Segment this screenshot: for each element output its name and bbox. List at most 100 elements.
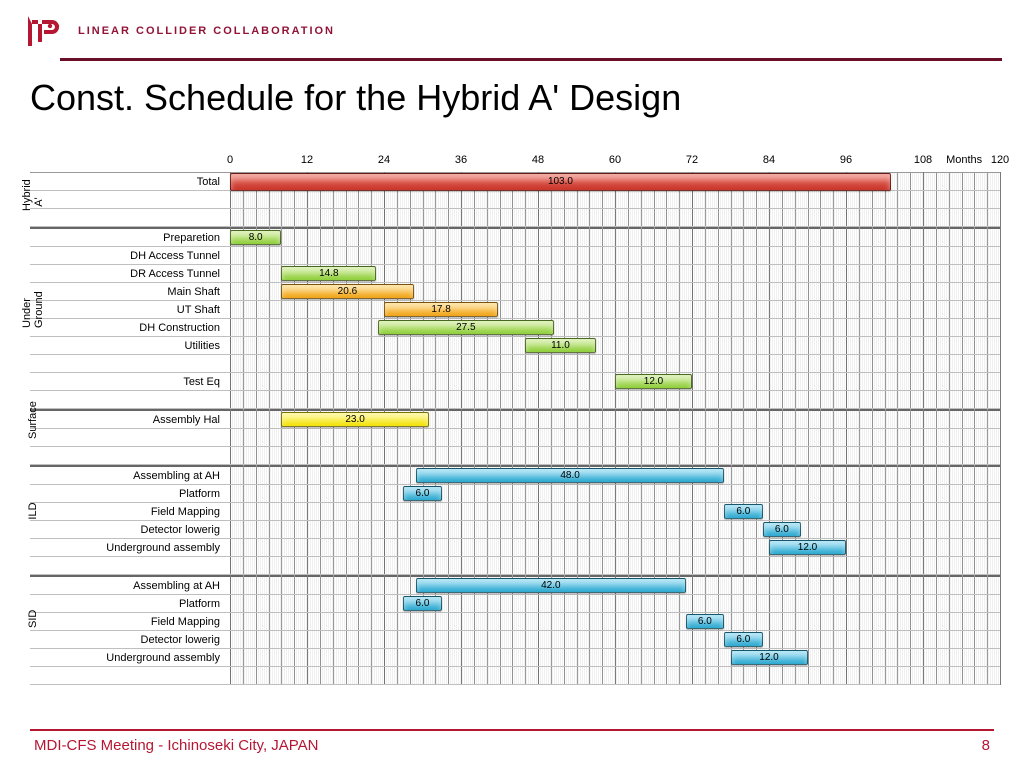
axis-tick: 36 — [455, 154, 467, 166]
task-track: 12.0 — [230, 649, 1000, 666]
task-row: Platform6.0 — [30, 485, 1000, 503]
task-label — [30, 557, 230, 574]
task-row: Detector lowerig6.0 — [30, 521, 1000, 539]
task-row: Preparetion8.0 — [30, 229, 1000, 247]
task-track: 6.0 — [230, 631, 1000, 648]
task-track: 14.8 — [230, 265, 1000, 282]
gantt-bar: 14.8 — [281, 266, 376, 281]
task-track — [230, 447, 1000, 464]
task-track: 6.0 — [230, 503, 1000, 520]
task-row: Utilities 11.0 — [30, 337, 1000, 355]
task-row: Assembling at AH 48.0 — [30, 467, 1000, 485]
task-label: Field Mapping — [30, 613, 230, 630]
task-track: 27.5 — [230, 319, 1000, 336]
task-label: Preparetion — [30, 229, 230, 246]
task-track: 48.0 — [230, 467, 1000, 484]
task-row: DH Access Tunnel — [30, 247, 1000, 265]
brand: LINEAR COLLIDER COLLABORATION — [22, 14, 1002, 48]
axis-tick: 24 — [378, 154, 390, 166]
task-label: Platform — [30, 595, 230, 612]
task-track: 20.6 — [230, 283, 1000, 300]
group-label: Surface — [27, 421, 39, 439]
task-track: 12.0 — [230, 539, 1000, 556]
group-label: SID — [27, 610, 39, 628]
task-label — [30, 209, 230, 226]
task-label: Utilities — [30, 337, 230, 354]
spacer-row — [30, 191, 1000, 209]
brand-logo-icon — [22, 14, 64, 48]
brand-name: LINEAR COLLIDER COLLABORATION — [78, 25, 335, 37]
axis-tick: 108 — [914, 154, 932, 166]
task-row: UT Shaft17.8 — [30, 301, 1000, 319]
task-label: Assembly Hal — [30, 411, 230, 428]
gantt-bar: 6.0 — [724, 632, 763, 647]
spacer-row — [30, 429, 1000, 447]
task-track — [230, 355, 1000, 372]
gantt-bar: 103.0 — [230, 173, 891, 191]
spacer-row — [30, 447, 1000, 465]
page-title: Const. Schedule for the Hybrid A' Design — [0, 61, 1024, 127]
task-track — [230, 247, 1000, 264]
task-label: Detector lowerig — [30, 631, 230, 648]
task-label: Test Eq — [30, 373, 230, 390]
task-label — [30, 391, 230, 408]
task-row: Total103.0 — [30, 173, 1000, 191]
task-label — [30, 355, 230, 372]
axis-tick: 84 — [763, 154, 775, 166]
axis-tick: 48 — [532, 154, 544, 166]
task-row: DH Construction27.5 — [30, 319, 1000, 337]
footer-rule — [30, 729, 994, 731]
axis-tick: 12 — [301, 154, 313, 166]
task-label: Platform — [30, 485, 230, 502]
gantt-bar: 6.0 — [403, 596, 442, 611]
axis-unit: Months — [946, 154, 982, 166]
axis-tick: 120 — [991, 154, 1009, 166]
gantt-bar: 6.0 — [763, 522, 802, 537]
task-track: 23.0 — [230, 411, 1000, 428]
group-label: Under Ground — [21, 310, 45, 328]
task-track: 12.0 — [230, 373, 1000, 390]
gantt-bar: 48.0 — [416, 468, 724, 483]
gantt-bar: 42.0 — [416, 578, 686, 593]
task-label: DR Access Tunnel — [30, 265, 230, 282]
task-track — [230, 667, 1000, 684]
gantt-bar: 6.0 — [686, 614, 725, 629]
gantt-bar: 23.0 — [281, 412, 429, 427]
task-row: Field Mapping6.0 — [30, 503, 1000, 521]
task-row: Main Shaft20.6 — [30, 283, 1000, 301]
axis-tick: 96 — [840, 154, 852, 166]
task-label: Assembling at AH — [30, 467, 230, 484]
task-row: Test Eq12.0 — [30, 373, 1000, 391]
gantt-bar: 8.0 — [230, 230, 281, 245]
axis-tick: 0 — [227, 154, 233, 166]
spacer-row — [30, 355, 1000, 373]
task-label: Assembling at AH — [30, 577, 230, 594]
gantt-bar: 20.6 — [281, 284, 413, 299]
task-label: Underground assembly — [30, 649, 230, 666]
task-row: Detector lowerig 6.0 — [30, 631, 1000, 649]
spacer-row — [30, 667, 1000, 685]
gantt-bar: 17.8 — [384, 302, 498, 317]
task-track — [230, 557, 1000, 574]
task-track: 103.0 — [230, 173, 1000, 190]
gantt-chart: 01224364860728496108120Months Total103.0… — [30, 154, 1000, 685]
x-axis: 01224364860728496108120Months — [230, 154, 1000, 172]
task-label: Field Mapping — [30, 503, 230, 520]
task-label — [30, 447, 230, 464]
task-label — [30, 429, 230, 446]
task-track — [230, 391, 1000, 408]
task-track — [230, 429, 1000, 446]
task-label: Underground assembly — [30, 539, 230, 556]
task-track — [230, 191, 1000, 208]
spacer-row — [30, 557, 1000, 575]
task-row: Underground assembly 12.0 — [30, 649, 1000, 667]
task-row: DR Access Tunnel 14.8 — [30, 265, 1000, 283]
task-label: DH Construction — [30, 319, 230, 336]
gantt-bar: 11.0 — [525, 338, 596, 353]
task-row: Platform 6.0 — [30, 595, 1000, 613]
task-track: 42.0 — [230, 577, 1000, 594]
task-track: 6.0 — [230, 595, 1000, 612]
task-label: Total — [30, 173, 230, 190]
task-row: Field Mapping 6.0 — [30, 613, 1000, 631]
gantt-bar: 12.0 — [731, 650, 808, 665]
